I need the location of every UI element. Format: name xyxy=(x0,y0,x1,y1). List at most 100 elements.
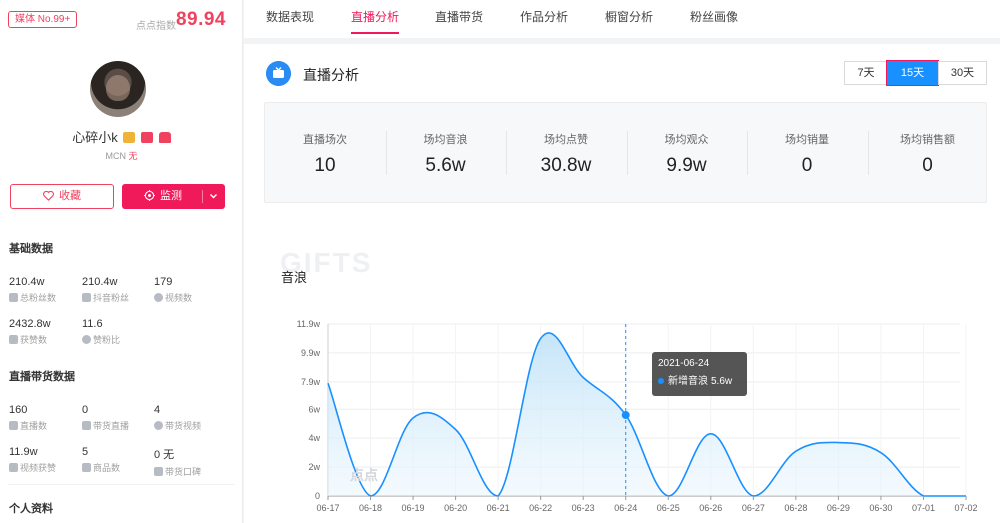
goods-icon xyxy=(82,463,91,472)
stat-star: 0 无带货口碑 xyxy=(154,446,224,478)
stat-goods: 5 商品数 xyxy=(82,446,152,474)
y-tick-label: 11.9w xyxy=(297,319,321,329)
x-tick-label: 06-22 xyxy=(529,503,552,513)
stat-heart: 2432.8w 获赞数 xyxy=(9,318,79,346)
username-row: 心碎小k xyxy=(0,127,243,146)
heart-outline-icon xyxy=(43,191,54,201)
tab-performance[interactable]: 数据表现 xyxy=(266,8,314,25)
stat-label: 抖音粉丝 xyxy=(93,293,130,303)
basic-data-title: 基础数据 xyxy=(9,243,53,255)
x-tick-label: 06-19 xyxy=(402,503,425,513)
stat-pie: 11.6 赞粉比 xyxy=(82,318,152,346)
button-divider xyxy=(202,190,203,203)
stat-fans: 210.4w 总粉丝数 xyxy=(9,276,79,304)
x-tick-label: 06-24 xyxy=(614,503,637,513)
live-analysis-panel: 直播分析 7天 15天 30天 直播场次 10 场均音浪 5.6w 场均点赞 30.8w 场… xyxy=(244,44,1000,523)
tab-live-goods[interactable]: 直播带货 xyxy=(435,8,483,25)
play-icon xyxy=(154,421,163,430)
x-tick-label: 06-17 xyxy=(316,503,339,513)
x-tick-label: 06-27 xyxy=(742,503,765,513)
stat-label: 视频获赞 xyxy=(20,463,57,473)
stat-value: 160 xyxy=(9,404,28,416)
tab-showcase-analysis[interactable]: 橱窗分析 xyxy=(605,8,653,25)
stat-cart: 0 带货直播 xyxy=(82,404,152,432)
stat-live: 160 直播数 xyxy=(9,404,79,432)
stat-label: 带货口碑 xyxy=(165,467,202,477)
stat-label: 商品数 xyxy=(93,463,121,473)
stat-value: 4 xyxy=(154,404,161,416)
stat-value: 179 xyxy=(154,276,173,288)
live-icon xyxy=(9,421,18,430)
douyin-icon xyxy=(82,293,91,302)
stat-label: 获赞数 xyxy=(20,335,48,345)
y-tick-label: 0 xyxy=(315,491,320,501)
stat-value: 0 xyxy=(82,404,89,416)
stat-video: 179 视频数 xyxy=(154,276,224,304)
heart-icon xyxy=(9,335,18,344)
tab-live-analysis[interactable]: 直播分析 xyxy=(351,8,400,34)
rank-badge: 媒体 No.99+ xyxy=(8,11,78,28)
x-tick-label: 06-29 xyxy=(827,503,850,513)
tab-fans-profile[interactable]: 粉丝画像 xyxy=(690,8,738,25)
y-tick-label: 7.9w xyxy=(301,377,321,387)
star-icon xyxy=(154,467,163,476)
series-area xyxy=(328,332,966,496)
level-icon xyxy=(123,132,136,143)
main-content: 数据表现 直播分析 直播带货 作品分析 橱窗分析 粉丝画像 直播分析 7天 15… xyxy=(244,0,1000,523)
chart-watermark-logo: 点点 xyxy=(350,467,378,483)
stat-douyin: 210.4w 抖音粉丝 xyxy=(82,276,152,304)
personal-info-title: 个人资料 xyxy=(9,503,53,515)
pie-icon xyxy=(82,335,91,344)
series-dot-icon xyxy=(658,378,664,384)
tooltip-series: 新增音浪 xyxy=(668,376,708,387)
username: 心碎小k xyxy=(72,130,118,145)
x-tick-label: 07-02 xyxy=(954,503,977,513)
stat-label: 视频数 xyxy=(165,293,193,303)
favorite-button[interactable]: 收藏 xyxy=(10,184,114,209)
data-point xyxy=(621,411,630,420)
chart-tooltip: 2021-06-24 新增音浪 5.6w xyxy=(652,352,747,396)
score-value: 89.94 xyxy=(175,9,226,30)
heart-icon xyxy=(9,463,18,472)
favorite-label: 收藏 xyxy=(59,190,81,202)
mcn-label: MCN xyxy=(105,151,126,161)
stat-heart: 11.9w 视频获赞 xyxy=(9,446,79,474)
profile-sidebar: 媒体 No.99+ 点点指数 89.94 心碎小k MCN 无 收藏 监测 基础… xyxy=(0,0,243,523)
tooltip-date: 2021-06-24 xyxy=(658,358,710,369)
video-icon xyxy=(154,293,163,302)
y-tick-label: 6w xyxy=(308,404,320,414)
shop-icon xyxy=(158,132,171,143)
stat-label: 带货视频 xyxy=(165,421,202,431)
top-tabs: 数据表现 直播分析 直播带货 作品分析 橱窗分析 粉丝画像 xyxy=(244,0,1000,38)
x-tick-label: 06-20 xyxy=(444,503,467,513)
y-tick-label: 9.9w xyxy=(301,348,321,358)
stat-value: 11.6 xyxy=(82,318,103,330)
x-tick-label: 06-18 xyxy=(359,503,382,513)
stat-value: 11.9w xyxy=(9,446,38,458)
stat-label: 带货直播 xyxy=(93,421,130,431)
stat-label: 总粉丝数 xyxy=(20,293,57,303)
stat-label: 赞粉比 xyxy=(93,335,121,345)
stat-value: 5 xyxy=(82,446,89,458)
tooltip-value: 5.6w xyxy=(711,376,733,387)
cart-icon xyxy=(82,421,91,430)
stat-value: 0 无 xyxy=(154,449,175,461)
x-tick-label: 06-30 xyxy=(869,503,892,513)
stat-value: 2432.8w xyxy=(9,318,51,330)
y-tick-label: 4w xyxy=(308,433,320,443)
divider xyxy=(8,484,234,485)
fans-icon xyxy=(9,293,18,302)
chevron-down-icon[interactable] xyxy=(209,184,218,209)
stat-label: 直播数 xyxy=(20,421,48,431)
x-tick-label: 06-25 xyxy=(657,503,680,513)
tab-works-analysis[interactable]: 作品分析 xyxy=(520,8,568,25)
monitor-label: 监测 xyxy=(160,190,182,202)
x-tick-label: 07-01 xyxy=(912,503,935,513)
stat-play: 4 带货视频 xyxy=(154,404,224,432)
y-tick-label: 2w xyxy=(308,462,320,472)
gift-chart[interactable]: 0 2w 4w 6w 7.9w 9.9w 11.9w 06-17 06-18 06-19 06-20… xyxy=(244,44,1000,523)
app-root: 媒体 No.99+ 点点指数 89.94 心碎小k MCN 无 收藏 监测 基础… xyxy=(0,0,1000,523)
x-tick-label: 06-28 xyxy=(784,503,807,513)
avatar[interactable] xyxy=(90,61,146,117)
monitor-button[interactable]: 监测 xyxy=(122,184,225,209)
